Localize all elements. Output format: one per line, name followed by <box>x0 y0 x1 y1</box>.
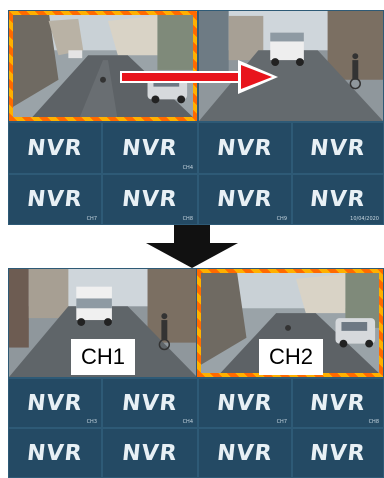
nvr-channel-cell[interactable]: NVR CH8 <box>292 378 384 428</box>
nvr-channel-cell[interactable]: NVR <box>292 428 384 478</box>
nvr-grid-after: CH1 CH2 NVR CH3 NVR CH4 NVR CH7 NVR CH8 … <box>8 268 384 478</box>
nvr-channel-cell[interactable]: NVR <box>198 122 292 174</box>
channel-tag: CH8 <box>368 419 379 425</box>
nvr-channel-cell[interactable]: NVR 10/04/2020 <box>292 174 384 225</box>
channel-tag: CH4 <box>182 419 193 425</box>
nvr-logo: NVR <box>120 440 180 466</box>
nvr-logo: NVR <box>120 135 180 161</box>
nvr-logo: NVR <box>120 390 180 416</box>
nvr-logo: NVR <box>25 390 85 416</box>
nvr-channel-cell[interactable]: NVR CH8 <box>102 174 198 225</box>
nvr-channel-cell[interactable]: NVR <box>8 428 102 478</box>
nvr-channel-cell[interactable]: NVR <box>292 122 384 174</box>
nvr-logo: NVR <box>215 440 275 466</box>
channel-label-ch1: CH1 <box>71 339 135 375</box>
nvr-channel-cell[interactable]: NVR CH3 <box>8 378 102 428</box>
nvr-logo: NVR <box>308 135 368 161</box>
nvr-channel-cell[interactable]: NVR <box>8 122 102 174</box>
nvr-grid-before: NVR NVR CH4 NVR NVR NVR CH7 NVR CH8 NVR … <box>8 10 384 225</box>
nvr-logo: NVR <box>308 187 368 212</box>
nvr-logo: NVR <box>120 187 180 212</box>
nvr-channel-cell[interactable]: NVR CH4 <box>102 122 198 174</box>
channel-tag: CH8 <box>182 216 193 222</box>
timestamp-text: 10/04/2020 <box>350 216 379 222</box>
nvr-channel-cell[interactable]: NVR CH7 <box>198 378 292 428</box>
nvr-logo: NVR <box>25 440 85 466</box>
nvr-channel-cell[interactable]: NVR <box>198 428 292 478</box>
nvr-channel-cell[interactable]: NVR <box>102 428 198 478</box>
nvr-logo: NVR <box>25 187 85 212</box>
channel-tag: CH7 <box>86 216 97 222</box>
nvr-logo: NVR <box>308 440 368 466</box>
channel-label-ch2: CH2 <box>259 339 323 375</box>
channel-tag: CH4 <box>182 165 193 171</box>
nvr-logo: NVR <box>25 135 85 161</box>
nvr-logo: NVR <box>308 390 368 416</box>
nvr-channel-cell[interactable]: NVR CH4 <box>102 378 198 428</box>
nvr-channel-cell[interactable]: NVR CH7 <box>8 174 102 225</box>
channel-tag: CH3 <box>86 419 97 425</box>
channel-tag: CH9 <box>276 216 287 222</box>
nvr-logo: NVR <box>215 187 275 212</box>
down-arrow-icon <box>146 225 238 268</box>
nvr-logo: NVR <box>215 135 275 161</box>
nvr-channel-cell[interactable]: NVR CH9 <box>198 174 292 225</box>
channel-tag: CH7 <box>276 419 287 425</box>
right-arrow-icon <box>120 60 278 94</box>
camera-view-ch1[interactable]: CH1 <box>8 268 198 378</box>
nvr-logo: NVR <box>215 390 275 416</box>
camera-view-ch2-selected[interactable]: CH2 <box>196 268 384 378</box>
